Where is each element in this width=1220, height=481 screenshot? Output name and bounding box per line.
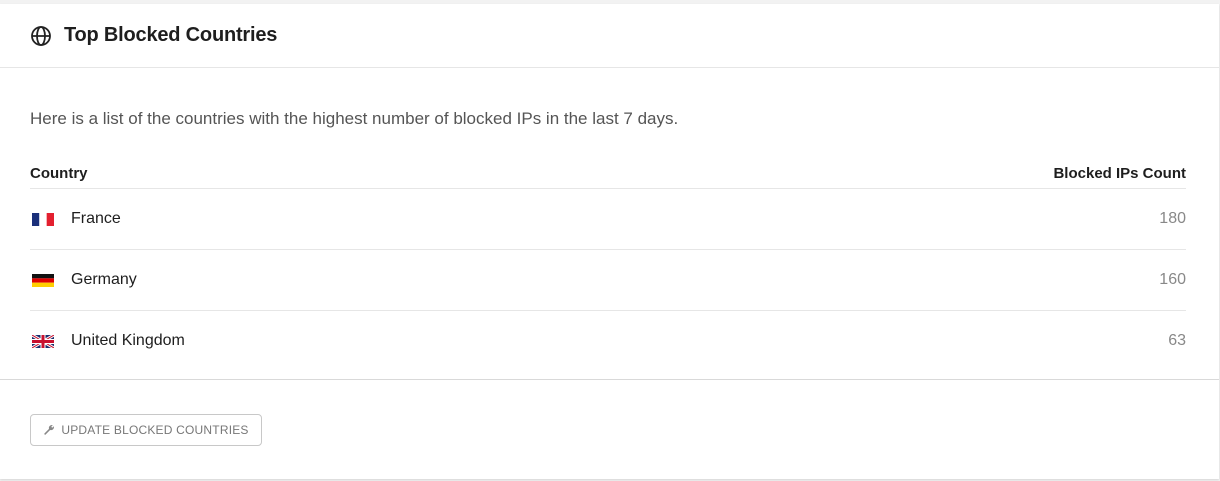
column-header-country: Country bbox=[30, 164, 88, 182]
country-cell: France bbox=[30, 210, 121, 228]
card-body: Here is a list of the countries with the… bbox=[0, 108, 1219, 371]
france-flag-icon bbox=[32, 212, 54, 226]
uk-flag-icon bbox=[31, 333, 55, 349]
card-header: Top Blocked Countries bbox=[0, 4, 1219, 68]
top-blocked-countries-card: Top Blocked Countries Here is a list of … bbox=[0, 4, 1219, 479]
blocked-count: 63 bbox=[1168, 332, 1186, 349]
description-text: Here is a list of the countries with the… bbox=[30, 109, 679, 128]
country-name: Germany bbox=[71, 271, 137, 288]
germany-flag-icon bbox=[32, 273, 54, 287]
blocked-count: 160 bbox=[1159, 271, 1186, 288]
wrench-icon bbox=[43, 424, 55, 436]
update-button-label: UPDATE BLOCKED COUNTRIES bbox=[61, 423, 249, 437]
update-blocked-countries-button[interactable]: UPDATE BLOCKED COUNTRIES bbox=[30, 414, 262, 446]
country-cell: United Kingdom bbox=[30, 332, 185, 350]
globe-icon bbox=[30, 25, 52, 47]
card-footer: UPDATE BLOCKED COUNTRIES bbox=[0, 379, 1219, 480]
column-header-blocked-count: Blocked IPs Count bbox=[1053, 164, 1186, 182]
table-row: Germany 160 bbox=[30, 250, 1186, 311]
table-header: Country Blocked IPs Count bbox=[30, 158, 1186, 189]
country-name: France bbox=[71, 210, 121, 227]
country-cell: Germany bbox=[30, 271, 137, 289]
blocked-count: 180 bbox=[1159, 210, 1186, 227]
table-row: United Kingdom 63 bbox=[30, 311, 1186, 371]
card-title: Top Blocked Countries bbox=[64, 24, 278, 46]
country-name: United Kingdom bbox=[71, 332, 185, 349]
blocked-countries-table: Country Blocked IPs Count France 180 Ger… bbox=[30, 158, 1186, 371]
table-row: France 180 bbox=[30, 189, 1186, 250]
